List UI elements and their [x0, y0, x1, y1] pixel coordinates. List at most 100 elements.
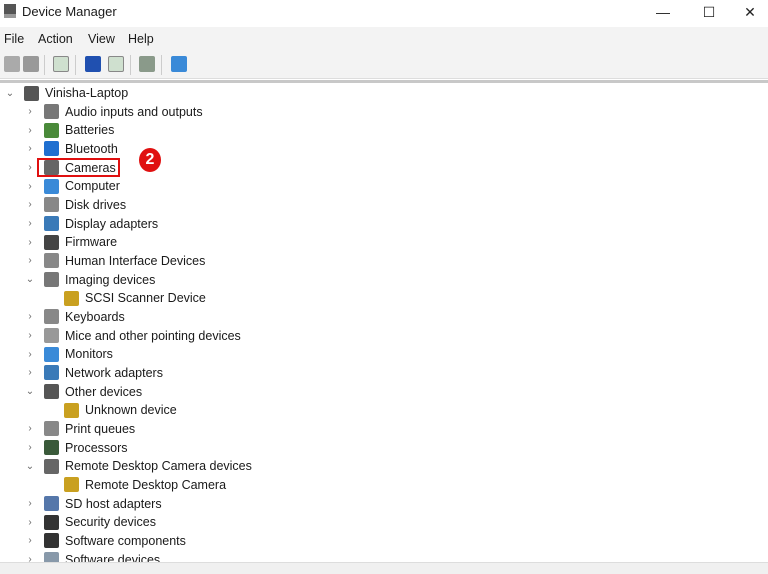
tree-item[interactable]: › Display adapters	[24, 215, 158, 233]
chevron-right-icon[interactable]: ›	[24, 330, 36, 341]
tree-item[interactable]: › Bluetooth	[24, 140, 118, 158]
tree-item[interactable]: ⌄ Other devices	[24, 383, 142, 401]
tree-item-label: Audio inputs and outputs	[65, 104, 203, 119]
back-icon[interactable]	[4, 56, 20, 72]
device-icon	[44, 104, 59, 120]
menu-file[interactable]: File	[4, 32, 24, 46]
tree-item[interactable]: SCSI Scanner Device	[44, 289, 206, 307]
tree-item[interactable]: › Software components	[24, 532, 186, 550]
tree-item[interactable]: › Keyboards	[24, 308, 125, 326]
chevron-right-icon[interactable]: ›	[24, 181, 36, 192]
tree-item[interactable]: Remote Desktop Camera	[44, 476, 226, 494]
chevron-down-icon[interactable]: ⌄	[4, 88, 16, 99]
tree-item[interactable]: › Print queues	[24, 420, 135, 438]
tree-item-label: Remote Desktop Camera	[85, 477, 227, 492]
update-driver-icon[interactable]	[139, 56, 155, 72]
chevron-right-icon[interactable]: ›	[24, 517, 36, 528]
tree-item-label: Vinisha-Laptop	[45, 86, 129, 100]
close-button[interactable]: ✕	[732, 2, 768, 22]
tree-item[interactable]: › Batteries	[24, 121, 114, 139]
tree-item-label: Monitors	[65, 347, 113, 362]
show-hide-console-tree-icon[interactable]	[53, 56, 69, 72]
tree-item-label: SCSI Scanner Device	[85, 291, 206, 306]
tree-item-label: Bluetooth	[65, 141, 118, 156]
tree-item[interactable]: › Security devices	[24, 513, 156, 531]
chevron-right-icon[interactable]: ›	[24, 367, 36, 378]
device-tree[interactable]: ⌄ Vinisha-Laptop › Audio inputs and outputs…	[0, 84, 768, 562]
device-icon	[44, 197, 59, 213]
tree-item[interactable]: › Computer	[24, 177, 120, 195]
menu-view[interactable]: View	[88, 32, 115, 46]
tree-item-label: Human Interface Devices	[65, 253, 206, 268]
chevron-right-icon[interactable]: ›	[24, 199, 36, 210]
tree-item[interactable]: Unknown device	[44, 401, 177, 419]
chevron-right-icon[interactable]: ›	[24, 442, 36, 453]
title-bar: Device Manager — ☐ ✕	[0, 0, 768, 26]
tree-item[interactable]: › Human Interface Devices	[24, 252, 205, 270]
device-manager-icon	[4, 4, 16, 18]
chevron-right-icon[interactable]: ›	[24, 143, 36, 154]
status-bar	[0, 562, 768, 574]
step-badge: 2	[139, 148, 161, 172]
device-icon	[44, 141, 59, 157]
tree-item-label: SD host adapters	[65, 496, 162, 511]
chevron-down-icon[interactable]: ⌄	[24, 461, 36, 472]
tree-item[interactable]: › Disk drives	[24, 196, 126, 214]
tree-item-label: Imaging devices	[65, 272, 156, 287]
chevron-right-icon[interactable]: ›	[24, 125, 36, 136]
maximize-button[interactable]: ☐	[686, 2, 732, 22]
chevron-right-icon[interactable]: ›	[24, 498, 36, 509]
chevron-down-icon[interactable]: ⌄	[24, 274, 36, 285]
tree-item[interactable]: ⌄ Vinisha-Laptop	[4, 84, 128, 102]
chevron-right-icon[interactable]: ›	[24, 106, 36, 117]
highlight-box	[37, 158, 120, 177]
device-icon	[64, 402, 79, 418]
device-icon	[44, 234, 59, 250]
chevron-right-icon[interactable]: ›	[24, 218, 36, 229]
chevron-right-icon[interactable]: ›	[24, 162, 36, 173]
chevron-right-icon[interactable]: ›	[24, 237, 36, 248]
chevron-right-icon[interactable]: ›	[24, 349, 36, 360]
properties-icon[interactable]	[108, 56, 124, 72]
menu-action[interactable]: Action	[38, 32, 73, 46]
minimize-button[interactable]: —	[640, 2, 686, 22]
device-icon	[44, 178, 59, 194]
help-icon[interactable]	[85, 56, 101, 72]
device-icon	[44, 514, 59, 530]
forward-icon[interactable]	[23, 56, 39, 72]
tree-item-label: Other devices	[65, 384, 143, 399]
device-icon	[64, 290, 79, 306]
tree-item-label: Print queues	[65, 421, 136, 436]
tree-item-label: Unknown device	[85, 403, 177, 418]
tree-item[interactable]: › Network adapters	[24, 364, 163, 382]
tree-item[interactable]: › Audio inputs and outputs	[24, 103, 203, 121]
chevron-down-icon[interactable]: ⌄	[24, 386, 36, 397]
tree-item[interactable]: › Monitors	[24, 345, 113, 363]
tree-item-label: Batteries	[65, 123, 115, 138]
tree-item[interactable]: › SD host adapters	[24, 495, 162, 513]
device-icon	[44, 122, 59, 138]
device-icon	[44, 309, 59, 325]
chevron-right-icon[interactable]: ›	[24, 311, 36, 322]
divider	[0, 80, 768, 83]
device-icon	[24, 85, 39, 101]
tree-item[interactable]: › Mice and other pointing devices	[24, 327, 241, 345]
tree-item[interactable]: › Software devices	[24, 551, 160, 562]
device-icon	[44, 328, 59, 344]
chevron-right-icon[interactable]: ›	[24, 255, 36, 266]
chevron-right-icon[interactable]: ›	[24, 535, 36, 546]
device-icon	[44, 253, 59, 269]
tree-item[interactable]: ⌄ Imaging devices	[24, 271, 155, 289]
device-icon	[64, 477, 79, 493]
tree-item-label: Software components	[65, 533, 186, 548]
menu-help[interactable]: Help	[128, 32, 154, 46]
tree-item[interactable]: ⌄ Remote Desktop Camera devices	[24, 457, 252, 475]
tree-item-label: Keyboards	[65, 309, 125, 324]
chevron-right-icon[interactable]: ›	[24, 554, 36, 562]
chevron-right-icon[interactable]: ›	[24, 423, 36, 434]
tree-item[interactable]: › Processors	[24, 439, 128, 457]
device-icon	[44, 552, 59, 562]
scan-hardware-icon[interactable]	[171, 56, 187, 72]
tree-item[interactable]: › Firmware	[24, 233, 117, 251]
device-icon	[44, 533, 59, 549]
